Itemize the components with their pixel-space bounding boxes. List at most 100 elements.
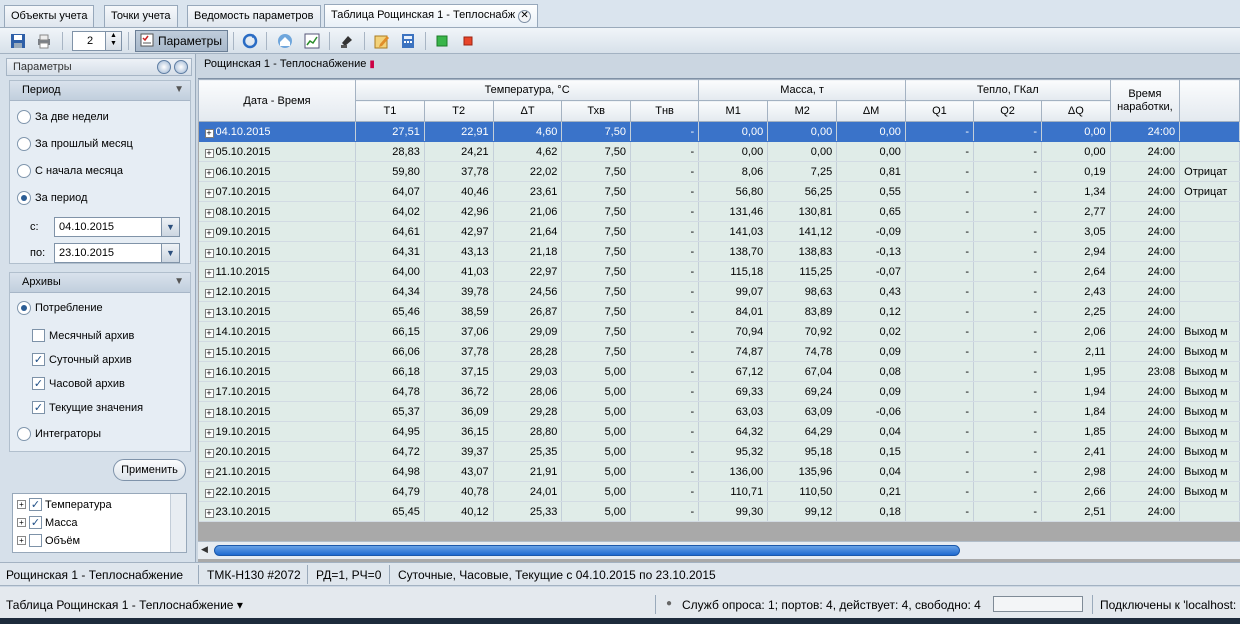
expand-icon[interactable] — [174, 60, 188, 74]
expand-row-icon[interactable]: + — [204, 488, 214, 498]
horizontal-scrollbar[interactable]: ◀ — [198, 541, 1240, 559]
expand-row-icon[interactable]: + — [204, 348, 214, 358]
table-row[interactable]: +09.10.2015 64,61 42,97 21,64 7,50-141,03 141… — [198, 221, 1240, 242]
table-row[interactable]: +21.10.2015 64,98 43,07 21,91 5,00-136,00 135… — [198, 461, 1240, 482]
table-row[interactable]: +07.10.2015 64,07 40,46 23,61 7,50-56,80 56,2… — [198, 181, 1240, 202]
spinner-arrows-icon[interactable]: ▲ ▼ — [105, 32, 121, 50]
scroll-left-icon[interactable]: ◀ — [201, 544, 208, 555]
expand-row-icon[interactable]: + — [204, 508, 214, 518]
dropdown-arrow-icon[interactable]: ▼ — [161, 244, 179, 262]
col-tnv[interactable]: Тнв — [629, 100, 700, 122]
date-to-input[interactable]: 23.10.2015 ▼ — [54, 243, 180, 263]
table-row[interactable]: +12.10.2015 64,34 39,78 24,56 7,50-99,07 98,6… — [198, 281, 1240, 302]
expand-row-icon[interactable]: + — [204, 248, 214, 258]
expand-row-icon[interactable]: + — [204, 428, 214, 438]
save-icon[interactable] — [8, 31, 28, 51]
expand-row-icon[interactable]: + — [204, 368, 214, 378]
scrollbar-thumb[interactable] — [214, 545, 960, 556]
view-selector[interactable]: Таблица Рощинская 1 - Теплоснабжение ▾ — [6, 598, 243, 612]
period-custom[interactable]: За период — [17, 191, 87, 205]
current-values-checkbox[interactable]: ✓ Текущие значения — [32, 401, 143, 414]
expand-row-icon[interactable]: + — [204, 328, 214, 338]
col-m1[interactable]: M1 — [698, 100, 769, 122]
period-header[interactable]: Период ▼ — [10, 81, 190, 101]
expand-row-icon[interactable]: + — [204, 168, 214, 178]
copies-spinner[interactable]: 2 ▲ ▼ — [72, 31, 122, 51]
tree-item-temperature[interactable]: + ✓ Температура — [17, 498, 112, 511]
expand-row-icon[interactable]: + — [204, 228, 214, 238]
period-month-start[interactable]: С начала месяца — [17, 164, 123, 178]
col-dt[interactable]: ΔT — [492, 100, 563, 122]
col-dq[interactable]: ΔQ — [1041, 100, 1111, 122]
chevron-down-icon[interactable]: ▼ — [174, 84, 184, 95]
col-m2[interactable]: M2 — [767, 100, 838, 122]
table-row[interactable]: +20.10.2015 64,72 39,37 25,35 5,00-95,32 95,1… — [198, 441, 1240, 462]
col-date[interactable]: Дата - Время — [198, 79, 357, 122]
archive-integrators[interactable]: Интеграторы — [17, 427, 101, 441]
table-row[interactable]: +04.10.2015 27,51 22,91 4,60 7,50-0,00 0,00 0,… — [198, 121, 1240, 142]
table-row[interactable]: +06.10.2015 59,80 37,78 22,02 7,50-8,06 7,25 0… — [198, 161, 1240, 182]
col-extra[interactable] — [1179, 79, 1240, 122]
period-last-month[interactable]: За прошлый месяц — [17, 137, 133, 151]
table-row[interactable]: +11.10.2015 64,00 41,03 22,97 7,50-115,18 115… — [198, 261, 1240, 282]
col-t1[interactable]: T1 — [355, 100, 425, 122]
refresh-icon[interactable] — [240, 31, 260, 51]
table-row[interactable]: +18.10.2015 65,37 36,09 29,28 5,00-63,03 63,0… — [198, 401, 1240, 422]
col-txv[interactable]: Тхв — [561, 100, 631, 122]
table-row[interactable]: +16.10.2015 66,18 37,15 29,03 5,00-67,12 67,0… — [198, 361, 1240, 382]
table-row[interactable]: +23.10.2015 65,45 40,12 25,33 5,00-99,30 99,1… — [198, 501, 1240, 522]
expand-row-icon[interactable]: + — [204, 308, 214, 318]
table-row[interactable]: +05.10.2015 28,83 24,21 4,62 7,50-0,00 0,00 0,… — [198, 141, 1240, 162]
apply-button[interactable]: Применить — [113, 459, 186, 481]
parameters-button[interactable]: Параметры — [135, 30, 228, 52]
table-row[interactable]: +14.10.2015 66,15 37,06 29,09 7,50-70,94 70,9… — [198, 321, 1240, 342]
expand-row-icon[interactable]: + — [204, 268, 214, 278]
home-icon[interactable] — [275, 31, 295, 51]
tab-table-active[interactable]: Таблица Рощинская 1 - Теплоснабж ✕ — [324, 4, 539, 27]
calculator-icon[interactable] — [398, 31, 418, 51]
period-two-weeks[interactable]: За две недели — [17, 110, 109, 124]
chart-icon[interactable] — [302, 31, 322, 51]
close-icon[interactable]: ✕ — [518, 10, 532, 23]
monthly-archive-checkbox[interactable]: Месячный архив — [32, 329, 134, 342]
edit-icon[interactable] — [372, 31, 392, 51]
dropdown-arrow-icon[interactable]: ▼ — [161, 218, 179, 236]
chevron-down-icon[interactable]: ▼ — [174, 276, 184, 287]
expand-row-icon[interactable]: + — [204, 448, 214, 458]
ink-icon[interactable] — [337, 31, 357, 51]
table-row[interactable]: +13.10.2015 65,46 38,59 26,87 7,50-84,01 83,8… — [198, 301, 1240, 322]
collapse-icon[interactable] — [157, 60, 171, 74]
expand-row-icon[interactable]: + — [204, 148, 214, 158]
tab-points[interactable]: Точки учета — [104, 5, 178, 27]
expand-row-icon[interactable]: + — [204, 388, 214, 398]
archives-header[interactable]: Архивы ▼ — [10, 273, 190, 293]
expand-row-icon[interactable]: + — [204, 468, 214, 478]
table-row[interactable]: +19.10.2015 64,95 36,15 28,80 5,00-64,32 64,2… — [198, 421, 1240, 442]
col-dm[interactable]: ΔM — [836, 100, 906, 122]
col-runtime[interactable]: Время наработки, — [1109, 79, 1181, 122]
expand-row-icon[interactable]: + — [204, 208, 214, 218]
daily-archive-checkbox[interactable]: ✓ Суточный архив — [32, 353, 132, 366]
expand-row-icon[interactable]: + — [204, 188, 214, 198]
col-t2[interactable]: T2 — [423, 100, 494, 122]
tree-scrollbar[interactable] — [170, 494, 186, 552]
print-icon[interactable] — [34, 31, 54, 51]
expand-row-icon[interactable]: + — [204, 288, 214, 298]
table-row[interactable]: +17.10.2015 64,78 36,72 28,06 5,00-69,33 69,2… — [198, 381, 1240, 402]
tab-parameters-sheet[interactable]: Ведомость параметров — [187, 5, 321, 27]
table-row[interactable]: +08.10.2015 64,02 42,96 21,06 7,50-131,46 130… — [198, 201, 1240, 222]
tree-item-volume[interactable]: + Объём — [17, 534, 80, 547]
hourly-archive-checkbox[interactable]: ✓ Часовой архив — [32, 377, 125, 390]
table-row[interactable]: +10.10.2015 64,31 43,13 21,18 7,50-138,70 138… — [198, 241, 1240, 262]
start-icon[interactable] — [432, 31, 452, 51]
table-row[interactable]: +15.10.2015 66,06 37,78 28,28 7,50-74,87 74,7… — [198, 341, 1240, 362]
table-row[interactable]: +22.10.2015 64,79 40,78 24,01 5,00-110,71 110… — [198, 481, 1240, 502]
col-q2[interactable]: Q2 — [972, 100, 1043, 122]
tree-item-mass[interactable]: + ✓ Масса — [17, 516, 78, 529]
date-from-input[interactable]: 04.10.2015 ▼ — [54, 217, 180, 237]
archive-consumption[interactable]: Потребление — [17, 301, 103, 315]
stop-icon[interactable] — [458, 31, 478, 51]
expand-row-icon[interactable]: + — [204, 408, 214, 418]
col-q1[interactable]: Q1 — [904, 100, 975, 122]
expand-row-icon[interactable]: + — [204, 128, 214, 138]
